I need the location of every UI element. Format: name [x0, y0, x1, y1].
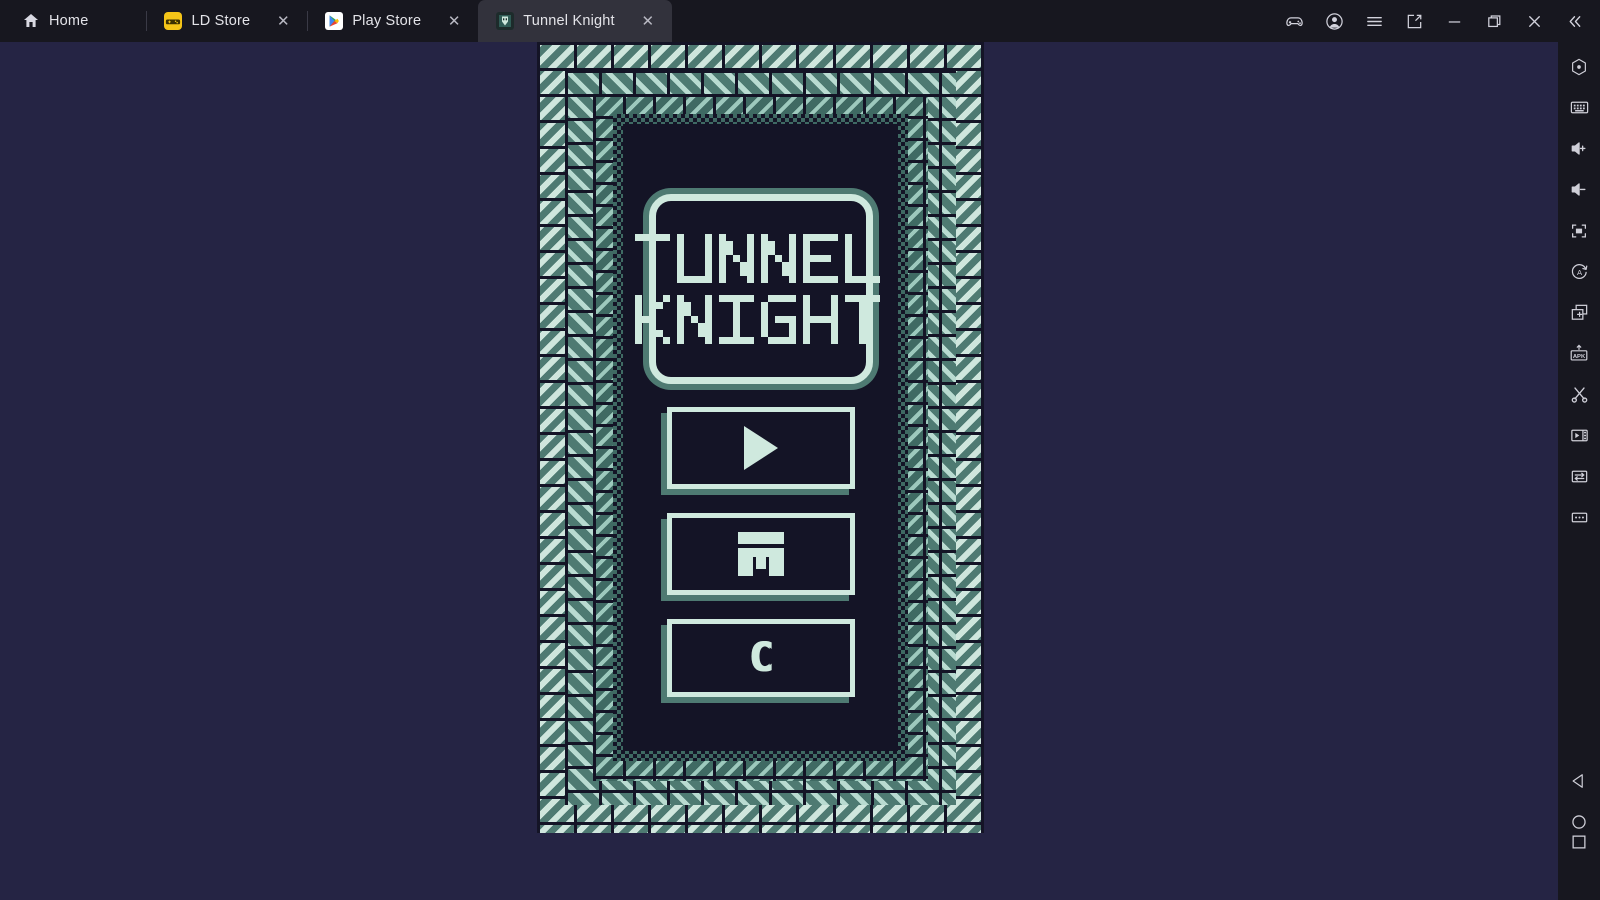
gamepad-icon[interactable]	[1274, 0, 1314, 42]
play-store-icon	[325, 12, 343, 30]
logo-glyph	[803, 234, 838, 283]
tab-label: Tunnel Knight	[523, 13, 615, 29]
home-icon	[22, 12, 40, 30]
title-bar: Home LD Store ✕	[0, 0, 1600, 42]
tab-separator	[146, 11, 147, 31]
maximize-icon[interactable]	[1474, 0, 1514, 42]
svg-text:APK: APK	[1573, 353, 1586, 359]
tab-tunnel-knight[interactable]: Tunnel Knight ✕	[478, 0, 672, 42]
game-title-line-1	[635, 234, 887, 283]
android-recents-icon[interactable]	[1558, 842, 1600, 900]
video-recorder-icon[interactable]	[1558, 415, 1600, 456]
keyboard-icon[interactable]	[1558, 87, 1600, 128]
multi-instance-icon[interactable]	[1558, 292, 1600, 333]
play-triangle-icon	[744, 426, 778, 470]
logo-glyph	[677, 295, 712, 344]
tab-strip: Home LD Store ✕	[0, 0, 672, 42]
android-back-icon[interactable]	[1558, 760, 1600, 801]
logo-glyph	[845, 234, 880, 283]
letter-c-icon: C	[748, 638, 772, 678]
tool-sidebar: A APK	[1558, 42, 1600, 900]
ld-store-icon	[164, 12, 182, 30]
play-button[interactable]	[667, 407, 855, 489]
logo-glyph	[761, 295, 796, 344]
tunnel-knight-icon	[496, 12, 514, 30]
tab-label: Play Store	[352, 13, 421, 29]
emulator-window: Home LD Store ✕	[0, 0, 1600, 900]
tab-close-button[interactable]: ✕	[446, 14, 462, 29]
credits-button[interactable]: C	[667, 619, 855, 697]
tab-close-button[interactable]: ✕	[640, 14, 656, 29]
logo-glyph	[635, 234, 670, 283]
scissors-icon[interactable]	[1558, 374, 1600, 415]
menu-buttons: C	[667, 407, 855, 697]
auto-rotate-icon[interactable]: A	[1558, 251, 1600, 292]
volume-up-icon[interactable]	[1558, 128, 1600, 169]
shop-button[interactable]	[667, 513, 855, 595]
tab-label: Home	[49, 13, 88, 29]
game-logo	[649, 194, 873, 384]
fullscreen-icon[interactable]	[1558, 210, 1600, 251]
close-icon[interactable]	[1514, 0, 1554, 42]
logo-glyph	[803, 295, 838, 344]
tab-close-button[interactable]: ✕	[275, 14, 291, 29]
logo-glyph	[719, 234, 754, 283]
window-body: C	[0, 42, 1600, 900]
logo-glyph	[635, 295, 670, 344]
emulator-stage: C	[0, 42, 1558, 900]
popout-icon[interactable]	[1394, 0, 1434, 42]
file-transfer-icon[interactable]	[1558, 456, 1600, 497]
volume-down-icon[interactable]	[1558, 169, 1600, 210]
apk-install-icon[interactable]: APK	[1558, 333, 1600, 374]
account-icon[interactable]	[1314, 0, 1354, 42]
tab-home[interactable]: Home	[0, 0, 146, 42]
window-controls	[1274, 0, 1600, 42]
svg-text:A: A	[1576, 268, 1582, 277]
hexagon-settings-icon[interactable]	[1558, 46, 1600, 87]
logo-glyph	[761, 234, 796, 283]
tab-separator	[307, 11, 308, 31]
logo-glyph	[677, 234, 712, 283]
hamburger-menu-icon[interactable]	[1354, 0, 1394, 42]
tab-play-store[interactable]: Play Store ✕	[307, 0, 478, 42]
logo-glyph	[719, 295, 754, 344]
game-viewport[interactable]: C	[537, 42, 984, 833]
minimize-icon[interactable]	[1434, 0, 1474, 42]
collapse-icon[interactable]	[1554, 0, 1594, 42]
game-title-line-2	[635, 295, 887, 344]
shop-icon	[738, 532, 784, 576]
tab-label: LD Store	[191, 13, 250, 29]
more-options-icon[interactable]	[1558, 497, 1600, 538]
logo-glyph	[845, 295, 880, 344]
tab-ld-store[interactable]: LD Store ✕	[146, 0, 307, 42]
